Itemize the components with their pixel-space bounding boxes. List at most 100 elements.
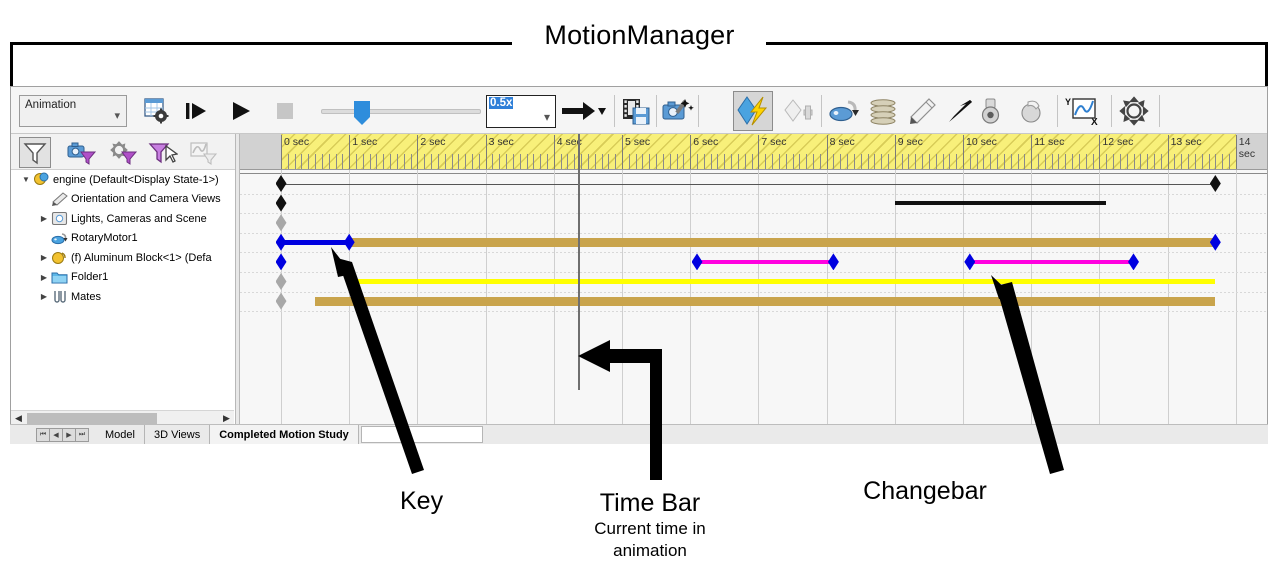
no-filter-button[interactable] [19, 137, 51, 168]
scroll-right-icon[interactable]: ▶ [219, 411, 234, 425]
tree-row[interactable]: Orientation and Camera Views [11, 190, 235, 210]
ruler-minor-tick [519, 154, 521, 169]
ruler-minor-tick [540, 154, 542, 169]
play-button[interactable] [223, 93, 259, 129]
ruler-minor-tick [1024, 154, 1026, 169]
ruler-minor-tick [744, 154, 746, 169]
track-separator [240, 193, 1267, 195]
motion-tree[interactable]: ▼ engine (Default<Display State-1>) Orient… [11, 170, 235, 410]
changebar-magenta[interactable] [697, 259, 834, 264]
expand-collapse-icon[interactable]: ▶ [37, 214, 51, 223]
ruler-minor-tick [376, 154, 378, 169]
spring-button[interactable] [781, 93, 817, 129]
tab-model[interactable]: Model [96, 425, 145, 444]
ruler-minor-tick [935, 154, 937, 169]
study-type-label: Animation [25, 99, 77, 111]
changebar-magenta[interactable] [969, 259, 1134, 264]
tree-row[interactable]: ▶ (f) Aluminum Block<1> (Defa [11, 248, 235, 268]
key-blue[interactable] [275, 253, 287, 271]
key-gray[interactable] [275, 292, 287, 310]
key-blue[interactable] [691, 253, 703, 271]
motion-toolbar: Animation ▾ 0.5x ▾ Y X [11, 87, 1267, 134]
lights-icon [51, 211, 68, 226]
track-separator [240, 271, 1267, 273]
expand-collapse-icon[interactable]: ▶ [37, 273, 51, 282]
save-animation-button[interactable] [618, 93, 654, 129]
tab-3d-views[interactable]: 3D Views [145, 425, 211, 444]
ruler-minor-tick [710, 154, 712, 169]
key-blue[interactable] [1209, 233, 1221, 251]
changebar-tan[interactable] [349, 237, 1216, 247]
key-gray[interactable] [275, 214, 287, 232]
tree-row[interactable]: ▶ Mates [11, 287, 235, 307]
playback-speed-slider[interactable] [321, 109, 481, 114]
mass-properties-button[interactable] [1013, 93, 1049, 129]
ruler-minor-tick [458, 154, 460, 169]
filter-driving-button[interactable] [107, 137, 139, 168]
tab-nav-3[interactable]: ⏭ [75, 427, 89, 442]
tab-nav-1[interactable]: ◀ [49, 427, 63, 442]
key-blue[interactable] [827, 253, 839, 271]
annotation-subtitle-line: Current time in [594, 519, 706, 538]
ruler-minor-tick [772, 154, 774, 169]
animation-wizard-button[interactable] [660, 93, 696, 129]
tab-nav-2[interactable]: ▶ [62, 427, 76, 442]
playback-mode-button[interactable] [560, 93, 608, 129]
tree-row[interactable]: RotaryMotor1 [11, 229, 235, 249]
ruler-minor-tick [533, 154, 535, 169]
calculate-button[interactable] [139, 93, 175, 129]
key-blue[interactable] [275, 233, 287, 251]
tree-scroll-thumb[interactable] [27, 413, 157, 424]
motionmanager-panel: Animation ▾ 0.5x ▾ Y X ▼ engine (Default… [10, 86, 1268, 444]
changebar-yellow[interactable] [349, 279, 1216, 284]
rotary-motor-icon [51, 231, 68, 246]
key-blue[interactable] [964, 253, 976, 271]
tree-row[interactable]: ▶ Lights, Cameras and Scene [11, 209, 235, 229]
stop-button[interactable] [267, 93, 303, 129]
study-type-select[interactable]: Animation ▾ [19, 95, 127, 127]
tree-horizontal-scrollbar[interactable]: ◀ ▶ [11, 410, 234, 425]
time-bar[interactable] [577, 134, 580, 390]
tree-row-label: engine (Default<Display State-1>) [53, 173, 219, 186]
key-black[interactable] [1209, 175, 1221, 192]
filter-animated-button[interactable] [66, 137, 98, 168]
filter-results-button[interactable] [187, 137, 219, 168]
expand-collapse-icon[interactable]: ▶ [37, 292, 51, 301]
tab-completed-motion-study[interactable]: Completed Motion Study [210, 425, 359, 444]
filter-selected-button[interactable] [147, 137, 179, 168]
ruler-minor-tick [287, 154, 289, 169]
tab-nav-0[interactable]: ⏮ [36, 427, 50, 442]
key-black[interactable] [275, 194, 287, 212]
timeline-tracks[interactable] [240, 170, 1267, 426]
key-blue[interactable] [1128, 253, 1139, 271]
key-black[interactable] [275, 175, 287, 192]
ruler-minor-tick [315, 154, 317, 169]
key-blue[interactable] [343, 233, 355, 251]
contact-sensor-button[interactable] [973, 93, 1009, 129]
tab-nav-buttons[interactable]: ⏮ ◀ ▶ ⏭ [36, 427, 89, 442]
ruler-minor-tick [901, 154, 903, 169]
tree-row[interactable]: ▶ Folder1 [11, 268, 235, 288]
ruler-label: 6 sec [693, 136, 719, 148]
scroll-left-icon[interactable]: ◀ [11, 411, 26, 425]
ruler-minor-tick [915, 154, 917, 169]
ruler-minor-tick [867, 154, 869, 169]
playback-speed-thumb[interactable] [354, 101, 370, 125]
play-from-start-button[interactable] [179, 93, 215, 129]
tree-row[interactable]: ▼ engine (Default<Display State-1>) [11, 170, 235, 190]
timeline-ruler[interactable]: 0 sec 1 sec 2 sec 3 sec 4 sec 5 sec 6 sec 7 sec… [240, 134, 1267, 170]
changebar-black[interactable] [894, 201, 1107, 206]
results-and-plots-button[interactable]: Y X [1063, 93, 1107, 129]
key-gray[interactable] [275, 273, 287, 290]
contact-button[interactable] [904, 93, 940, 129]
changebar-tan[interactable] [315, 296, 1216, 306]
playback-speed-input[interactable]: 0.5x ▾ [486, 95, 556, 128]
expand-collapse-icon[interactable]: ▼ [19, 175, 33, 184]
motor-button[interactable] [733, 91, 773, 131]
motion-study-properties-button[interactable] [1115, 93, 1153, 129]
ruler-minor-tick [703, 154, 705, 169]
ruler-minor-tick [1058, 154, 1060, 169]
expand-collapse-icon[interactable]: ▶ [37, 253, 51, 262]
damper-button[interactable] [826, 93, 862, 129]
force-button[interactable] [865, 93, 901, 129]
